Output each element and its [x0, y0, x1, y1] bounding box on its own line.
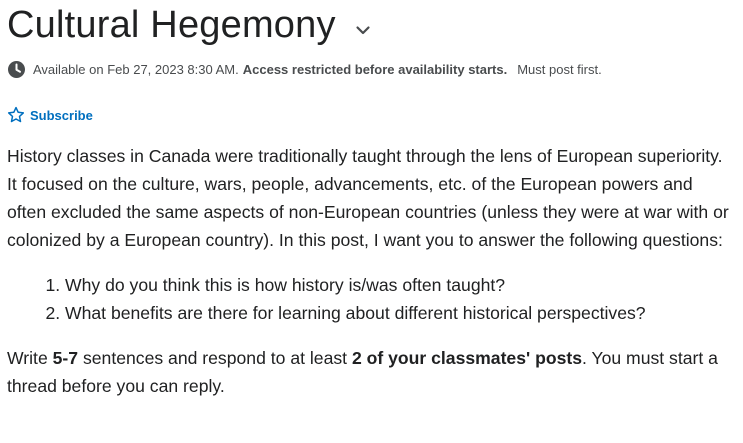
instructions: Write 5-7 sentences and respond to at le…: [7, 344, 732, 400]
discussion-topic-page: Cultural Hegemony Available on Feb 27, 2…: [0, 0, 743, 443]
questions-list: Why do you think this is how history is/…: [7, 271, 732, 327]
subscribe-label[interactable]: Subscribe: [30, 108, 93, 123]
instructions-text-2: sentences and respond to at least: [78, 348, 352, 368]
availability-restriction: Access restricted before availability st…: [242, 61, 508, 77]
chevron-down-icon[interactable]: [354, 21, 372, 39]
topic-header: Cultural Hegemony: [7, 2, 372, 48]
availability-date: Available on Feb 27, 2023 8:30 AM.: [33, 61, 239, 77]
sentence-count: 5-7: [52, 348, 79, 368]
subscribe-link[interactable]: Subscribe: [7, 104, 93, 126]
star-outline-icon: [7, 106, 25, 124]
description-intro: History classes in Canada were tradition…: [7, 146, 729, 250]
question-item: Why do you think this is how history is/…: [65, 271, 732, 299]
question-item: What benefits are there for learning abo…: [65, 299, 732, 327]
instructions-text-1: Write: [7, 348, 53, 368]
classmates-requirement: 2 of your classmates' posts: [351, 348, 582, 368]
clock-icon: [7, 60, 26, 79]
must-post-first-note: Must post first.: [517, 61, 602, 77]
availability-info: Available on Feb 27, 2023 8:30 AM. Acces…: [7, 58, 602, 80]
topic-description: History classes in Canada were tradition…: [7, 142, 732, 400]
topic-title: Cultural Hegemony: [7, 4, 336, 46]
